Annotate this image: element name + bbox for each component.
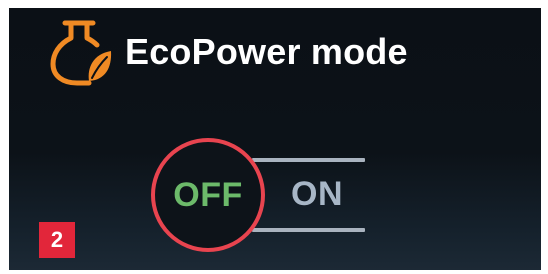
toggle-on-option[interactable]: ON [291, 175, 343, 214]
step-number-badge: 2 [39, 222, 75, 258]
toggle-off-option[interactable]: OFF [151, 138, 265, 252]
eco-engine-leaf-icon [50, 20, 112, 86]
ecopower-screen: EcoPower mode OFF ON 2 [9, 8, 541, 270]
page-title: EcoPower mode [125, 31, 408, 72]
toggle-rail-bottom [252, 228, 365, 232]
header: EcoPower mode [49, 20, 408, 86]
toggle-off-label: OFF [173, 175, 243, 214]
ecopower-toggle[interactable]: OFF ON [147, 138, 377, 252]
toggle-rail-top [252, 158, 365, 162]
